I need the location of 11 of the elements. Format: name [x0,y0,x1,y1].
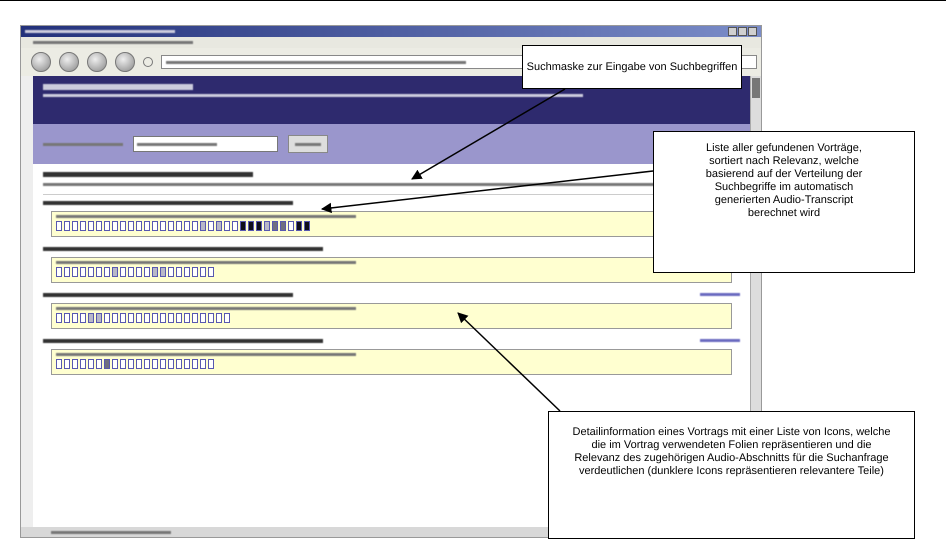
window-controls-icon[interactable] [728,27,757,36]
callout-tooltip: Suchmaske zur Eingabe von Suchbegriffen [522,45,742,89]
nav-button-icon[interactable] [31,52,51,72]
callout-tooltip: Liste aller gefundenen Vorträge, sortiert nach Relevanz, welche basierend auf der Verteilung der Suchbegriffe im automatisch generierten Audio-Transcript berechnet wird [653,131,915,273]
search-button[interactable] [288,135,328,153]
nav-button-icon[interactable] [59,52,79,72]
nav-button-icon[interactable] [87,52,107,72]
refresh-icon[interactable] [143,57,153,67]
search-field[interactable] [133,136,278,152]
nav-button-icon[interactable] [115,52,135,72]
callout-tooltip: Detailinformation eines Vortrags mit einer Liste von Icons, welche die im Vortrag verwendeten Folien repräsentieren und die Relevanz des zugehörigen Audio-Abschnitts für die Suchanfrage verdeutlichen (dunklere Icons repräsentieren relevantere Teile) [548,411,915,539]
